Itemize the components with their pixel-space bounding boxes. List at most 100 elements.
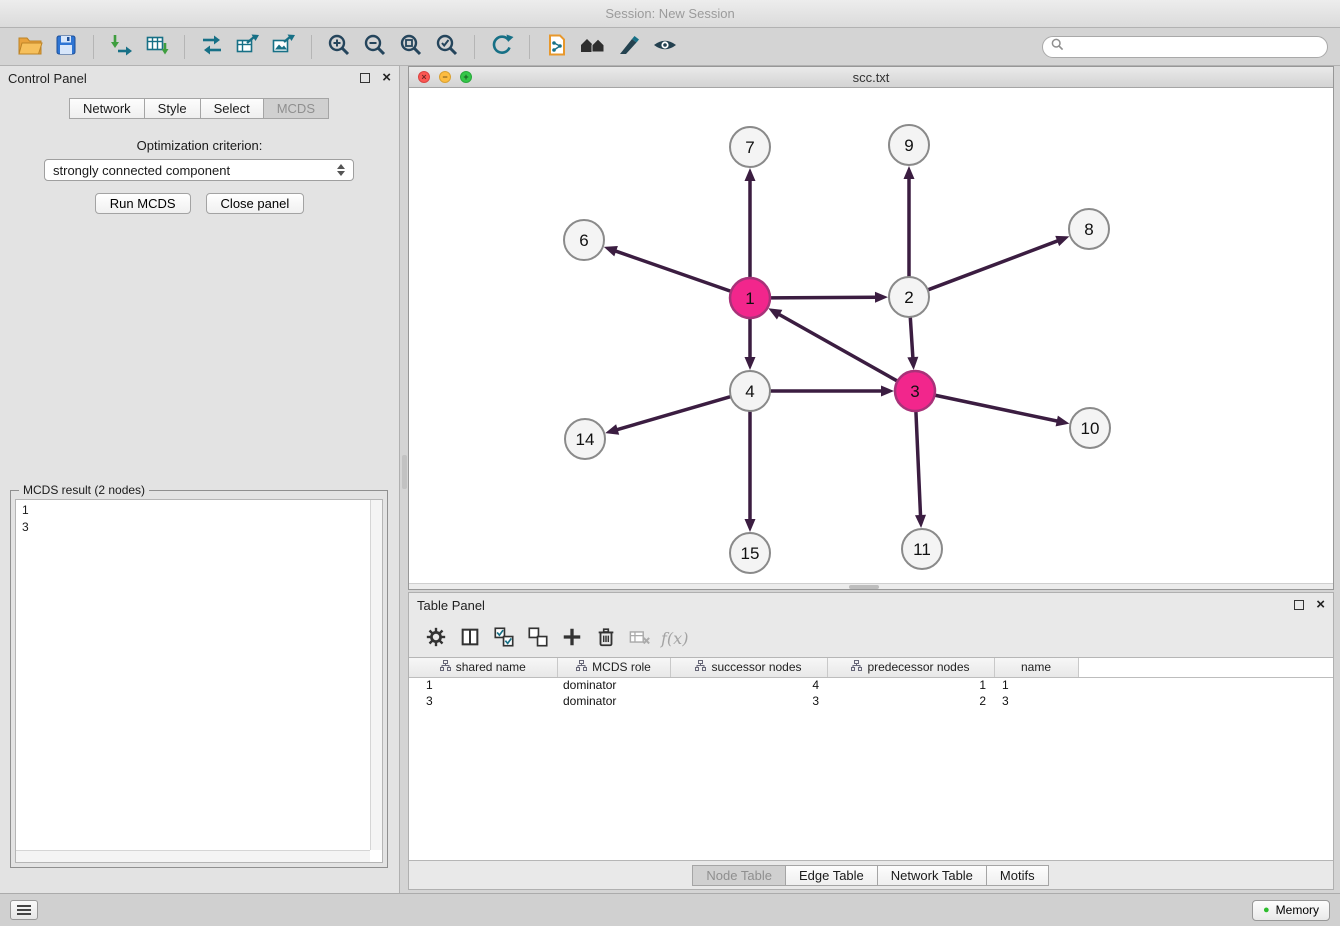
import-network-icon — [109, 33, 133, 60]
tab-select[interactable]: Select — [200, 98, 264, 119]
table-panel: Table Panel × f(x) — [408, 592, 1334, 890]
zoom-out-button[interactable] — [357, 32, 393, 62]
window-close-button[interactable]: × — [418, 71, 430, 83]
import-table-button[interactable] — [139, 32, 175, 62]
close-panel-icon[interactable]: × — [382, 73, 391, 83]
save-session-button[interactable] — [48, 32, 84, 62]
zoom-fit-button[interactable] — [393, 32, 429, 62]
tab-mcds[interactable]: MCDS — [263, 98, 329, 119]
export-table-button[interactable] — [230, 32, 266, 62]
toolbar-separator — [311, 35, 312, 59]
open-folder-button[interactable] — [12, 32, 48, 62]
graph-edge-3-11[interactable] — [916, 411, 921, 517]
show-columns-button[interactable] — [453, 623, 487, 653]
status-menu-button[interactable] — [10, 900, 38, 920]
window-zoom-button[interactable]: + — [460, 71, 472, 83]
import-network-button[interactable] — [103, 32, 139, 62]
network-horizontal-scrollbar[interactable] — [409, 583, 1333, 589]
graph-edge-arrow — [1056, 416, 1070, 427]
load-network-icon — [200, 33, 224, 60]
result-horizontal-scrollbar[interactable] — [16, 850, 370, 862]
close-panel-button[interactable]: Close panel — [206, 193, 305, 214]
refresh-layout-button[interactable] — [484, 32, 520, 62]
graph-edge-arrow — [605, 424, 619, 435]
memory-status-icon: ● — [1263, 905, 1270, 916]
apply-style-button[interactable] — [611, 32, 647, 62]
search-input[interactable] — [1069, 40, 1319, 54]
table-cell-filler — [1078, 693, 1333, 709]
control-panel: Control Panel × Network Style Select MCD… — [0, 66, 400, 893]
optimization-criterion-dropdown[interactable]: strongly connected component — [44, 159, 354, 181]
gear-icon — [425, 626, 447, 651]
tab-motifs[interactable]: Motifs — [986, 865, 1049, 886]
table-tabs: Node Table Edge Table Network Table Moti… — [409, 865, 1333, 886]
export-image-button[interactable] — [266, 32, 302, 62]
table-cell: 1 — [827, 677, 994, 693]
select-all-button[interactable] — [487, 623, 521, 653]
float-table-panel-icon[interactable] — [1294, 600, 1304, 610]
style-brush-icon — [617, 33, 641, 60]
delete-column-button[interactable] — [589, 623, 623, 653]
window-minimize-button[interactable]: − — [439, 71, 451, 83]
graph-edge-4-14[interactable] — [616, 397, 731, 430]
clone-network-button[interactable] — [539, 32, 575, 62]
result-vertical-scrollbar[interactable] — [370, 500, 382, 850]
save-icon — [54, 33, 78, 60]
table-settings-button[interactable] — [419, 623, 453, 653]
column-header-predecessor-nodes[interactable]: predecessor nodes — [827, 658, 994, 677]
tab-network-table[interactable]: Network Table — [877, 865, 987, 886]
graph-node-label: 8 — [1084, 220, 1093, 239]
graph-edge-3-10[interactable] — [935, 395, 1059, 421]
network-hscroll-handle[interactable] — [849, 585, 879, 589]
tab-node-table[interactable]: Node Table — [692, 865, 786, 886]
table-panel-header: Table Panel × — [409, 593, 1333, 617]
table-toolbar: f(x) — [409, 619, 1333, 657]
zoom-in-button[interactable] — [321, 32, 357, 62]
float-panel-icon[interactable] — [360, 73, 370, 83]
show-hide-button[interactable] — [647, 32, 683, 62]
menu-icon — [17, 905, 31, 907]
column-header-successor-nodes[interactable]: successor nodes — [670, 658, 827, 677]
run-mcds-button[interactable]: Run MCDS — [95, 193, 191, 214]
zoom-selected-button[interactable] — [429, 32, 465, 62]
table-row[interactable]: 1dominator411 — [409, 677, 1333, 693]
memory-button[interactable]: ● Memory — [1252, 900, 1330, 921]
function-builder-button[interactable]: f(x) — [661, 629, 688, 648]
column-tree-icon — [440, 660, 451, 674]
hierarchy-home-button[interactable] — [575, 32, 611, 62]
control-panel-header: Control Panel × — [0, 66, 399, 90]
status-bar: ● Memory — [0, 893, 1340, 926]
mcds-result-box: MCDS result (2 nodes) 1 3 — [10, 490, 388, 868]
unselect-all-button[interactable] — [521, 623, 555, 653]
tab-network[interactable]: Network — [69, 98, 145, 119]
mcds-result-area[interactable]: 1 3 — [15, 499, 383, 863]
column-header-shared-name[interactable]: shared name — [409, 658, 557, 677]
add-column-button[interactable] — [555, 623, 589, 653]
graph-node-label: 3 — [910, 382, 919, 401]
table-row[interactable]: 3dominator323 — [409, 693, 1333, 709]
graph-edge-2-3[interactable] — [910, 317, 913, 359]
graph-node-label: 11 — [913, 540, 931, 559]
graph-edge-3-1[interactable] — [778, 314, 898, 381]
panel-splitter[interactable] — [401, 66, 408, 893]
mcds-result-title: MCDS result (2 nodes) — [19, 483, 149, 497]
graph-edge-arrow — [745, 519, 756, 532]
tab-style[interactable]: Style — [144, 98, 201, 119]
plus-icon — [561, 626, 583, 651]
graph-node-label: 6 — [579, 231, 588, 250]
column-tree-icon — [576, 660, 587, 674]
load-network-button[interactable] — [194, 32, 230, 62]
delete-table-button[interactable] — [623, 623, 657, 653]
network-canvas[interactable]: 7968124314101511 — [409, 88, 1333, 583]
graph-edge-2-8[interactable] — [928, 240, 1059, 290]
graph-edge-1-2[interactable] — [770, 297, 877, 298]
search-box[interactable] — [1042, 36, 1328, 58]
trash-icon — [595, 626, 617, 651]
columns-icon — [459, 626, 481, 651]
column-header-mcds-role[interactable]: MCDS role — [557, 658, 670, 677]
column-header-name[interactable]: name — [994, 658, 1078, 677]
graph-edge-1-6[interactable] — [614, 251, 731, 292]
splitter-handle[interactable] — [402, 455, 407, 489]
tab-edge-table[interactable]: Edge Table — [785, 865, 878, 886]
close-table-panel-icon[interactable]: × — [1316, 600, 1325, 610]
